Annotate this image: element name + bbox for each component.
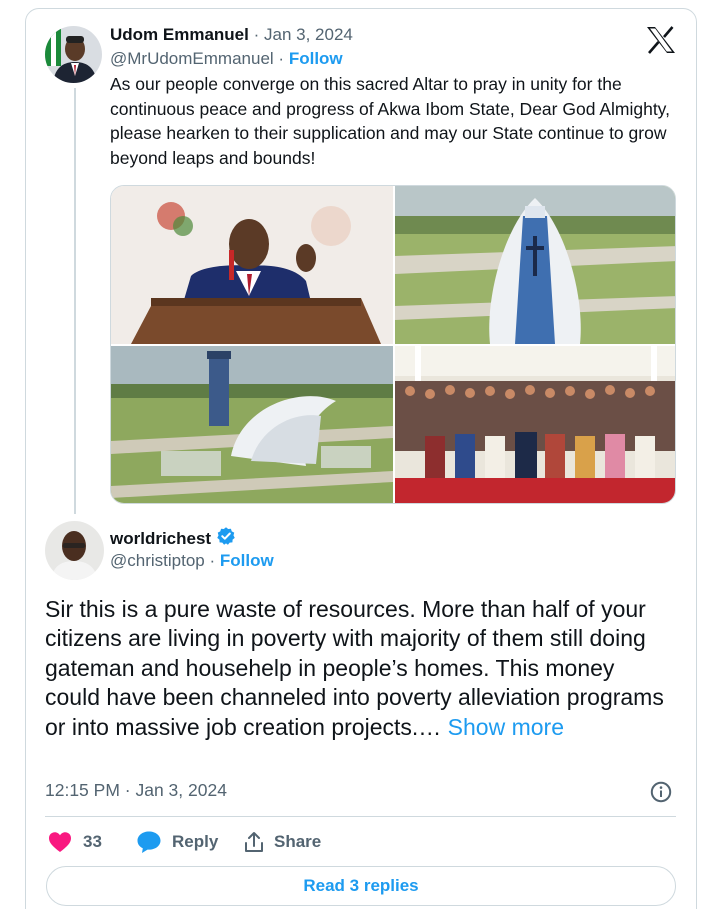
reply-tweet-text: Sir this is a pure waste of resources. M… [45,596,664,740]
separator-dot: · [209,551,216,570]
info-icon[interactable] [650,781,672,803]
divider [45,816,676,817]
quoted-author-name[interactable]: Udom Emmanuel [110,25,249,44]
read-replies-label: Read 3 replies [303,876,419,895]
reply-author-name[interactable]: worldrichest [110,529,211,549]
share-upload-icon [244,831,264,853]
photo-aerial-tower-and-cathedral[interactable] [111,346,393,503]
like-count: 33 [83,832,102,851]
reply-author-avatar[interactable] [45,521,104,580]
thread-connector-line [74,88,76,514]
reply-button[interactable]: Reply [136,830,244,854]
quoted-tweet-date[interactable]: Jan 3, 2024 [264,25,353,44]
share-button[interactable]: Share [244,831,321,853]
reply-follow-button[interactable]: Follow [220,551,274,570]
quoted-tweet-media-grid [110,185,676,504]
show-more-link[interactable]: Show more [448,714,564,740]
reply-author-line: worldrichest [110,526,236,551]
reply-bubble-icon [136,830,162,854]
quoted-tweet-text: As our people converge on this sacred Al… [110,74,670,168]
quoted-author-avatar[interactable] [45,26,102,83]
like-button[interactable]: 33 [48,831,136,853]
verified-badge-icon [216,526,236,551]
reply-label: Reply [172,832,219,851]
reply-author-handle[interactable]: @christiptop [110,551,205,570]
photo-congregation[interactable] [395,346,675,503]
separator-dot: · [278,49,285,68]
photo-speaker-at-podium[interactable] [111,186,393,344]
heart-icon [48,831,72,853]
reply-tweet-body: Sir this is a pure waste of resources. M… [45,595,675,742]
read-replies-button[interactable]: Read 3 replies [46,866,676,906]
quoted-handle-line: @MrUdomEmmanuel · Follow [110,49,343,69]
reply-timestamp[interactable]: 12:15 PM · Jan 3, 2024 [45,780,227,801]
x-logo-icon[interactable] [646,26,676,54]
photo-aerial-cathedral[interactable] [395,186,675,344]
quoted-author-handle[interactable]: @MrUdomEmmanuel [110,49,274,68]
reply-handle-line: @christiptop · Follow [110,551,274,571]
share-label: Share [274,832,322,851]
quoted-follow-button[interactable]: Follow [289,49,343,68]
action-bar: 33 Reply Share [48,829,321,855]
separator-dot: · [253,25,260,44]
quoted-author-line: Udom Emmanuel · Jan 3, 2024 [110,25,353,45]
